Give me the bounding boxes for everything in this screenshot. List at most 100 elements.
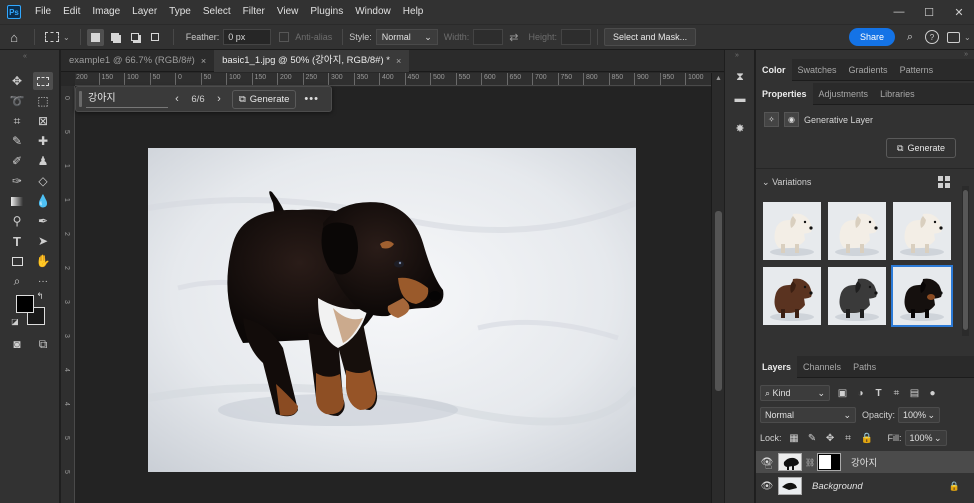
canvas-image[interactable] bbox=[148, 148, 636, 472]
more-options-icon[interactable]: ••• bbox=[304, 93, 319, 105]
hand-tool-icon[interactable]: ✋ bbox=[33, 252, 53, 270]
variation-thumbnail[interactable] bbox=[891, 265, 953, 327]
opacity-input[interactable]: 100% ⌄ bbox=[898, 407, 941, 423]
swap-colors-icon[interactable]: ↰ bbox=[34, 290, 46, 302]
new-selection-icon[interactable] bbox=[86, 28, 104, 46]
minimize-button[interactable]: — bbox=[884, 6, 914, 18]
filter-type-icon[interactable]: T bbox=[873, 388, 884, 399]
close-icon[interactable]: × bbox=[201, 50, 206, 72]
search-icon[interactable]: ⌕ bbox=[903, 30, 917, 44]
variation-thumbnail[interactable] bbox=[763, 202, 821, 260]
tab-adjustments[interactable]: Adjustments bbox=[813, 83, 875, 105]
menu-filter[interactable]: Filter bbox=[237, 0, 271, 24]
lasso-tool-icon[interactable]: ➰ bbox=[7, 92, 27, 110]
layer-filter-select[interactable]: ⌕ Kind ⌄ bbox=[760, 385, 830, 401]
tab-example1[interactable]: example1 @ 66.7% (RGB/8#) × bbox=[61, 50, 214, 72]
gradient-tool-icon[interactable] bbox=[7, 192, 27, 210]
menu-view[interactable]: View bbox=[271, 0, 305, 24]
next-variation-button[interactable]: › bbox=[210, 93, 228, 105]
swap-icon[interactable]: ⇄ bbox=[509, 31, 518, 44]
menu-image[interactable]: Image bbox=[86, 0, 126, 24]
panel-collapse-icon[interactable]: « bbox=[23, 53, 27, 60]
layer-row-background[interactable]: 👁 Background 🔒 bbox=[756, 475, 974, 497]
blend-mode-select[interactable]: Normal ⌄ bbox=[760, 407, 856, 423]
tab-paths[interactable]: Paths bbox=[847, 356, 882, 378]
history-brush-tool-icon[interactable]: ✑ bbox=[7, 172, 27, 190]
properties-generate-button[interactable]: ⧉ Generate bbox=[886, 138, 956, 158]
filter-smart-object-icon[interactable]: ▤ bbox=[909, 388, 920, 399]
style-select[interactable]: Normal ⌄ bbox=[375, 29, 438, 45]
filter-pixel-icon[interactable]: ▣ bbox=[837, 388, 848, 399]
previous-variation-button[interactable]: ‹ bbox=[168, 93, 186, 105]
variations-header[interactable]: ⌄ Variations bbox=[762, 177, 811, 188]
select-and-mask-button[interactable]: Select and Mask... bbox=[604, 28, 697, 46]
variation-thumbnail[interactable] bbox=[763, 267, 821, 325]
screen-mode-icon[interactable]: ⧉ bbox=[33, 335, 53, 353]
foreground-color-swatch[interactable] bbox=[16, 295, 34, 313]
rectangular-marquee-tool-icon[interactable] bbox=[33, 72, 53, 90]
tab-libraries[interactable]: Libraries bbox=[874, 83, 921, 105]
scrollbar-thumb[interactable] bbox=[715, 211, 722, 391]
filter-toggle-icon[interactable]: ● bbox=[927, 388, 938, 399]
menu-window[interactable]: Window bbox=[349, 0, 397, 24]
height-input[interactable] bbox=[561, 29, 592, 45]
clone-stamp-tool-icon[interactable]: ♟ bbox=[33, 152, 53, 170]
zoom-tool-icon[interactable]: ⌕ bbox=[7, 272, 27, 290]
menu-edit[interactable]: Edit bbox=[57, 0, 86, 24]
object-selection-tool-icon[interactable]: ⬚ bbox=[33, 92, 53, 110]
link-icon[interactable]: ⛓ bbox=[805, 458, 815, 467]
rectangular-marquee-preset-icon[interactable] bbox=[45, 32, 59, 42]
tab-channels[interactable]: Channels bbox=[797, 356, 847, 378]
eyedropper-tool-icon[interactable]: ✎ bbox=[7, 132, 27, 150]
layer-row-puppy[interactable]: 👁 ⛓ 강아지 bbox=[756, 451, 974, 473]
vertical-scrollbar[interactable]: ▲ bbox=[711, 73, 724, 503]
eraser-tool-icon[interactable]: ◇ bbox=[33, 172, 53, 190]
type-tool-icon[interactable]: T bbox=[7, 232, 27, 250]
lock-all-icon[interactable]: 🔒 bbox=[861, 433, 873, 444]
menu-help[interactable]: Help bbox=[397, 0, 430, 24]
lock-image-icon[interactable]: ✎ bbox=[807, 433, 818, 444]
layer-mask-thumbnail[interactable] bbox=[817, 453, 841, 471]
chevron-down-icon[interactable]: ⌄ bbox=[964, 33, 974, 42]
share-button[interactable]: Share bbox=[848, 28, 895, 46]
filter-shape-icon[interactable]: ⌗ bbox=[891, 388, 902, 399]
properties-scrollbar[interactable] bbox=[962, 186, 969, 336]
visibility-eye-icon[interactable]: 👁 bbox=[756, 481, 778, 492]
scroll-up-icon[interactable]: ▲ bbox=[715, 75, 722, 82]
maximize-button[interactable]: ☐ bbox=[914, 6, 944, 19]
feather-input[interactable]: 0 px bbox=[223, 29, 272, 45]
pen-tool-icon[interactable]: ✒ bbox=[33, 212, 53, 230]
generate-button[interactable]: ⧉ Generate bbox=[232, 89, 297, 109]
variation-thumbnail[interactable] bbox=[828, 202, 886, 260]
tab-color[interactable]: Color bbox=[756, 59, 792, 81]
menu-type[interactable]: Type bbox=[163, 0, 197, 24]
subtract-from-selection-icon[interactable] bbox=[127, 29, 144, 46]
menu-select[interactable]: Select bbox=[197, 0, 237, 24]
frame-tool-icon[interactable]: ⊠ bbox=[33, 112, 53, 130]
close-icon[interactable]: × bbox=[396, 50, 401, 72]
panel-collapse-icon[interactable]: » bbox=[735, 52, 739, 59]
lock-artboard-icon[interactable]: ⌗ bbox=[843, 433, 854, 444]
antialias-checkbox[interactable] bbox=[279, 32, 290, 42]
path-selection-tool-icon[interactable]: ➤ bbox=[33, 232, 53, 250]
comments-panel-icon[interactable]: ▬ bbox=[733, 92, 747, 106]
close-window-button[interactable]: ✕ bbox=[944, 6, 974, 19]
scrollbar-thumb[interactable] bbox=[963, 190, 968, 330]
spot-healing-tool-icon[interactable]: ✚ bbox=[33, 132, 53, 150]
default-colors-icon[interactable]: ◪ bbox=[9, 315, 21, 327]
lock-transparent-icon[interactable]: ▦ bbox=[789, 433, 800, 444]
variation-thumbnail[interactable] bbox=[828, 267, 886, 325]
drag-handle[interactable] bbox=[79, 91, 82, 107]
generative-prompt-input[interactable]: 강아지 bbox=[86, 90, 168, 108]
home-icon[interactable]: ⌂ bbox=[0, 30, 28, 45]
tab-swatches[interactable]: Swatches bbox=[792, 59, 843, 81]
rectangle-tool-icon[interactable] bbox=[7, 252, 27, 270]
tab-patterns[interactable]: Patterns bbox=[894, 59, 940, 81]
chevron-down-icon[interactable]: ⌄ bbox=[63, 33, 70, 42]
blur-tool-icon[interactable]: 💧 bbox=[33, 192, 53, 210]
tab-basic1[interactable]: basic1_1.jpg @ 50% (강아지, RGB/8#) * × bbox=[214, 50, 410, 72]
filter-adjustment-icon[interactable]: ◑ bbox=[855, 388, 866, 399]
add-to-selection-icon[interactable] bbox=[107, 29, 124, 46]
menu-layer[interactable]: Layer bbox=[126, 0, 163, 24]
quick-mask-icon[interactable]: ◙ bbox=[7, 335, 27, 353]
